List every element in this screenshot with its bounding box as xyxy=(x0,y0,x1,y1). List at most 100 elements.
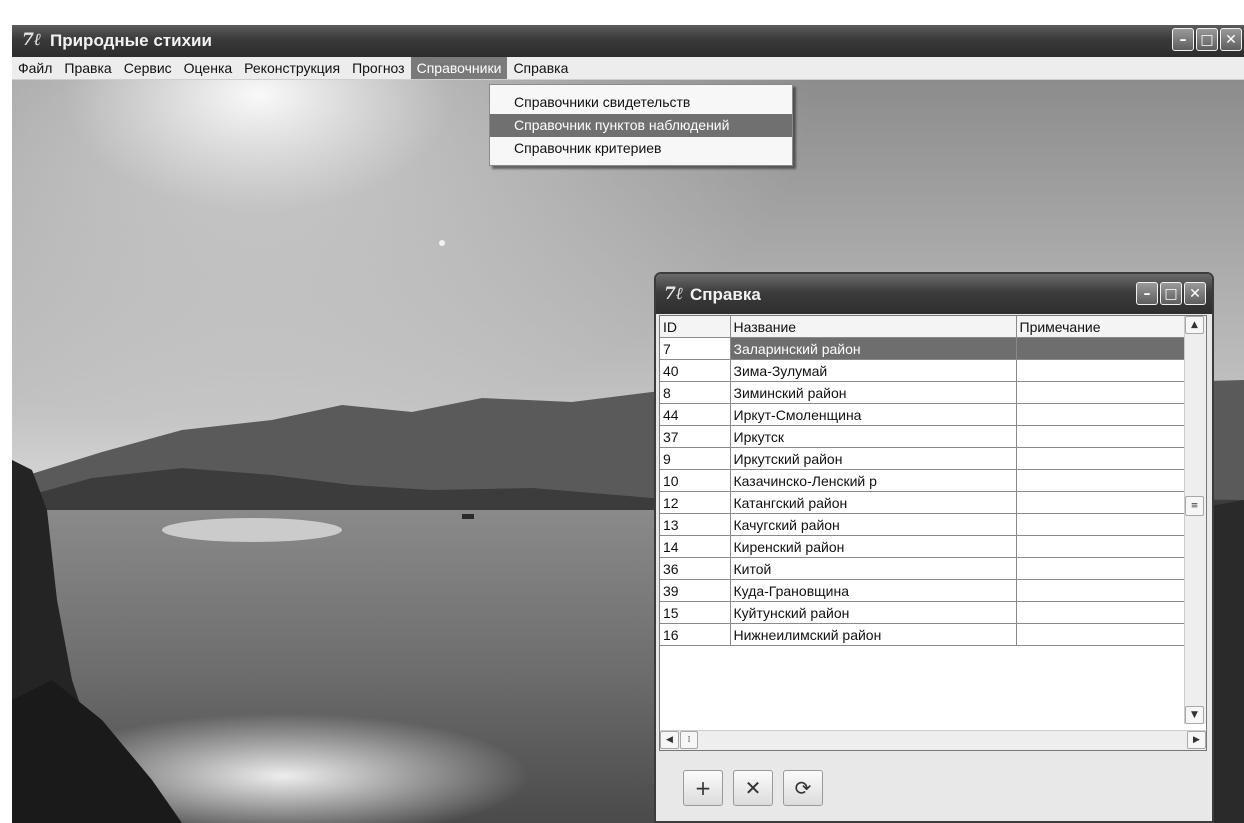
column-header-id[interactable]: ID xyxy=(660,316,731,338)
vertical-scrollbar[interactable]: ▲ ≡ ▼ xyxy=(1184,316,1206,724)
cell-name[interactable]: Казачинско-Ленский р xyxy=(730,469,1017,492)
cell-name[interactable]: Киренский район xyxy=(730,535,1017,558)
menu-evidence-references[interactable]: Справочники свидетельств xyxy=(490,91,792,114)
cell-id[interactable]: 7 xyxy=(660,337,731,360)
table-row[interactable]: 13 Качугский район xyxy=(660,513,1186,536)
close-button[interactable]: ✕ xyxy=(1220,28,1242,51)
cell-name[interactable]: Китой xyxy=(730,557,1017,580)
cell-note[interactable] xyxy=(1016,447,1186,470)
table-row[interactable]: 39 Куда-Грановщина xyxy=(660,579,1186,602)
child-title-bar[interactable]: 7ℓ Справка – □ ✕ xyxy=(656,274,1212,314)
window-title: Природные стихии xyxy=(50,31,212,50)
cell-id[interactable]: 8 xyxy=(660,381,731,404)
cell-note[interactable] xyxy=(1016,491,1186,514)
menu-references[interactable]: Справочники xyxy=(410,57,508,79)
cell-id[interactable]: 13 xyxy=(660,513,731,536)
table-row[interactable]: 12 Катангский район xyxy=(660,491,1186,514)
cell-note[interactable] xyxy=(1016,513,1186,536)
menu-file[interactable]: Файл xyxy=(12,57,58,79)
table-row[interactable]: 44 Иркут-Смоленщина xyxy=(660,403,1186,426)
data-grid: ID Название Примечание 7 Заларинский райо… xyxy=(659,315,1207,751)
menu-bar: Файл Правка Сервис Оценка Реконструкция … xyxy=(12,57,1244,80)
title-bar[interactable]: 7ℓ Природные стихии – □ ✕ xyxy=(12,25,1244,57)
cell-id[interactable]: 16 xyxy=(660,623,731,646)
menu-observation-points-reference[interactable]: Справочник пунктов наблюдений xyxy=(490,114,792,137)
cell-name[interactable]: Зима-Зулумай xyxy=(730,359,1017,382)
scroll-right-arrow-icon[interactable]: ▶ xyxy=(1187,731,1206,749)
cell-name[interactable]: Нижнеилимский район xyxy=(730,623,1017,646)
cell-id[interactable]: 44 xyxy=(660,403,731,426)
scroll-up-arrow-icon[interactable]: ▲ xyxy=(1185,316,1204,334)
cell-note[interactable] xyxy=(1016,403,1186,426)
scroll-down-arrow-icon[interactable]: ▼ xyxy=(1185,706,1204,724)
table-row[interactable]: 15 Куйтунский район xyxy=(660,601,1186,624)
cell-id[interactable]: 15 xyxy=(660,601,731,624)
cell-note[interactable] xyxy=(1016,469,1186,492)
cell-name[interactable]: Иркут-Смоленщина xyxy=(730,403,1017,426)
delete-x-icon: ✕ xyxy=(744,776,762,800)
column-header-name[interactable]: Название xyxy=(730,316,1017,338)
cell-note[interactable] xyxy=(1016,425,1186,448)
table-row[interactable]: 16 Нижнеилимский район xyxy=(660,623,1186,646)
table-row[interactable]: 9 Иркутский район xyxy=(660,447,1186,470)
table-row[interactable]: 37 Иркутск xyxy=(660,425,1186,448)
scroll-left-arrow-icon[interactable]: ◀ xyxy=(660,731,679,749)
horizontal-scroll-thumb[interactable]: ⁞ xyxy=(680,731,698,749)
cell-name[interactable]: Иркутский район xyxy=(730,447,1017,470)
cell-id[interactable]: 39 xyxy=(660,579,731,602)
child-window-controls: – □ ✕ xyxy=(1136,282,1206,305)
cell-name[interactable]: Зиминский район xyxy=(730,381,1017,404)
cell-note[interactable] xyxy=(1016,623,1186,646)
cell-name[interactable]: Заларинский район xyxy=(730,337,1017,360)
table-row[interactable]: 7 Заларинский район xyxy=(660,337,1186,360)
cell-name[interactable]: Качугский район xyxy=(730,513,1017,536)
cell-id[interactable]: 12 xyxy=(660,491,731,514)
cell-name[interactable]: Куйтунский район xyxy=(730,601,1017,624)
delete-record-button[interactable]: ✕ xyxy=(733,770,773,806)
table-row[interactable]: 36 Китой xyxy=(660,557,1186,580)
scroll-thumb[interactable]: ≡ xyxy=(1185,496,1204,516)
child-minimize-button[interactable]: – xyxy=(1136,282,1158,305)
child-maximize-button[interactable]: □ xyxy=(1160,282,1182,305)
window-controls: – □ ✕ xyxy=(1172,28,1242,51)
menu-reconstruction[interactable]: Реконструкция xyxy=(238,57,346,79)
menu-help[interactable]: Справка xyxy=(507,57,574,79)
cell-id[interactable]: 40 xyxy=(660,359,731,382)
cell-name[interactable]: Катангский район xyxy=(730,491,1017,514)
cell-id[interactable]: 10 xyxy=(660,469,731,492)
menu-criteria-reference[interactable]: Справочник критериев xyxy=(490,137,792,160)
cell-name[interactable]: Куда-Грановщина xyxy=(730,579,1017,602)
menu-forecast[interactable]: Прогноз xyxy=(346,57,411,79)
cell-note[interactable] xyxy=(1016,359,1186,382)
cell-id[interactable]: 9 xyxy=(660,447,731,470)
grid-toolbar: + ✕ ⟳ xyxy=(659,754,1207,819)
table-row[interactable]: 14 Киренский район xyxy=(660,535,1186,558)
cell-id[interactable]: 37 xyxy=(660,425,731,448)
table-row[interactable]: 40 Зима-Зулумай xyxy=(660,359,1186,382)
table-header-row: ID Название Примечание xyxy=(660,316,1186,338)
table-row[interactable]: 10 Казачинско-Ленский р xyxy=(660,469,1186,492)
cell-id[interactable]: 14 xyxy=(660,535,731,558)
child-close-button[interactable]: ✕ xyxy=(1184,282,1206,305)
cell-note[interactable] xyxy=(1016,601,1186,624)
cell-note[interactable] xyxy=(1016,535,1186,558)
column-header-note[interactable]: Примечание xyxy=(1016,316,1186,338)
cell-note[interactable] xyxy=(1016,337,1186,360)
child-window-title: Справка xyxy=(690,285,761,304)
menu-edit[interactable]: Правка xyxy=(58,57,117,79)
table-row[interactable]: 8 Зиминский район xyxy=(660,381,1186,404)
menu-service[interactable]: Сервис xyxy=(118,57,178,79)
add-record-button[interactable]: + xyxy=(683,770,723,806)
menu-assessment[interactable]: Оценка xyxy=(178,57,239,79)
minimize-button[interactable]: – xyxy=(1172,28,1194,51)
cell-name[interactable]: Иркутск xyxy=(730,425,1017,448)
cell-id[interactable]: 36 xyxy=(660,557,731,580)
refresh-icon: ⟳ xyxy=(794,776,812,800)
cell-note[interactable] xyxy=(1016,557,1186,580)
refresh-button[interactable]: ⟳ xyxy=(783,770,823,806)
app-logo-icon: 7ℓ xyxy=(22,30,42,50)
cell-note[interactable] xyxy=(1016,381,1186,404)
horizontal-scrollbar[interactable]: ◀ ⁞ ▶ xyxy=(660,730,1206,750)
cell-note[interactable] xyxy=(1016,579,1186,602)
maximize-button[interactable]: □ xyxy=(1196,28,1218,51)
